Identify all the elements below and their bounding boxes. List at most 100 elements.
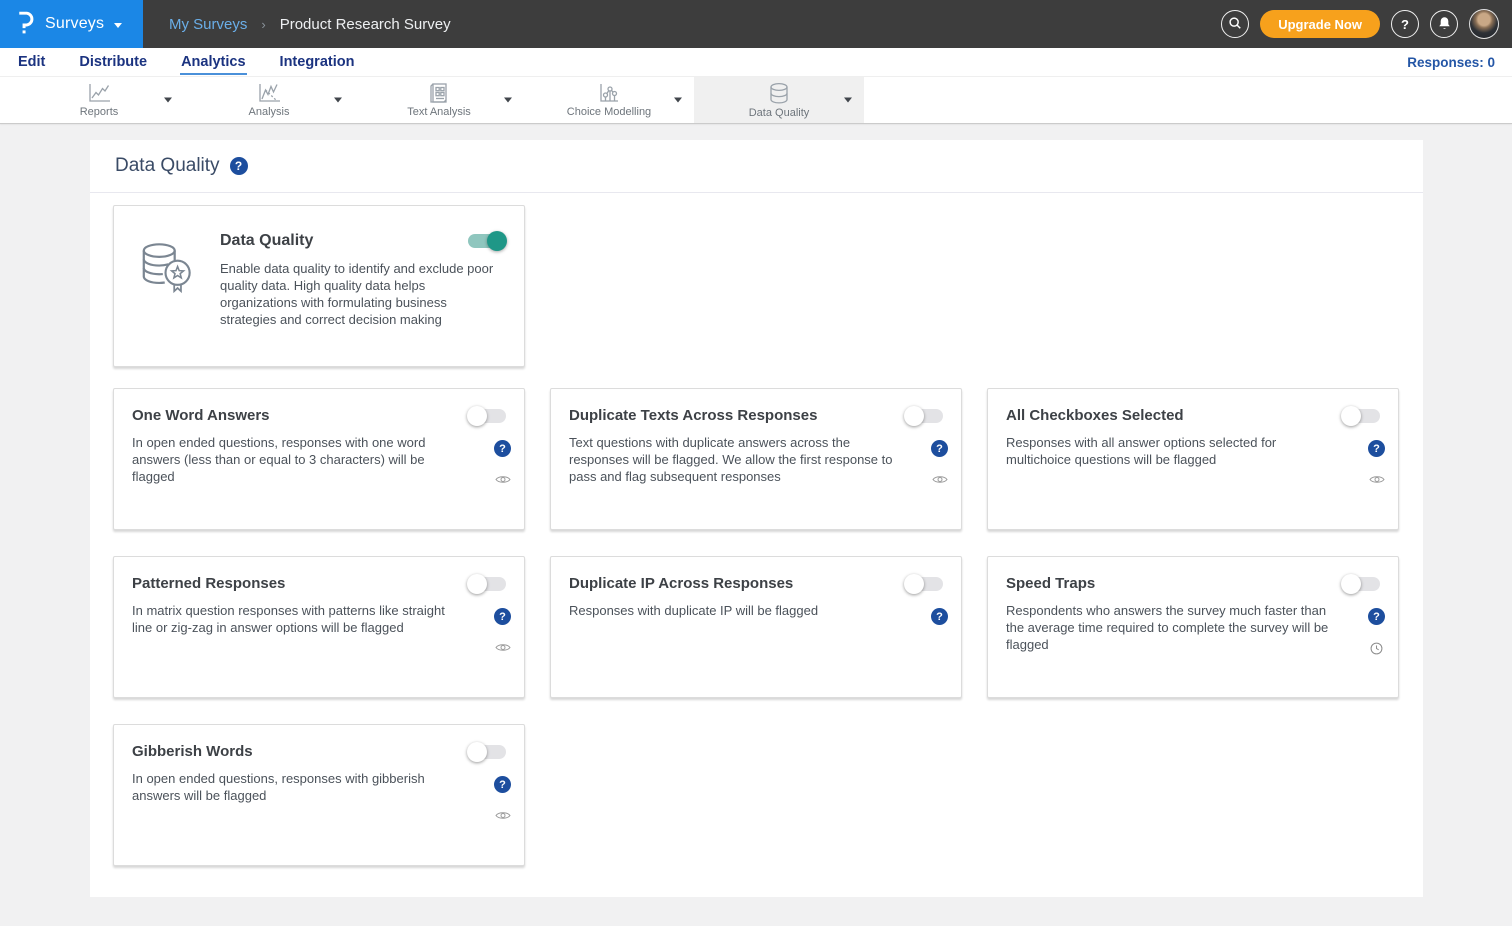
card-title: All Checkboxes Selected xyxy=(1006,407,1184,424)
rule-cards-grid: One Word Answers In open ended questions,… xyxy=(113,388,1399,866)
clock-icon[interactable] xyxy=(1370,642,1383,655)
line-chart-icon xyxy=(86,82,112,104)
card-title: One Word Answers xyxy=(132,407,270,424)
card-description: In matrix question responses with patter… xyxy=(132,602,506,636)
data-quality-dropdown-caret-icon[interactable] xyxy=(844,98,852,103)
rule-toggle[interactable] xyxy=(905,577,943,591)
help-icon[interactable]: ? xyxy=(931,440,948,457)
card-title: Duplicate IP Across Responses xyxy=(569,575,793,592)
choice-modelling-dropdown-caret-icon[interactable] xyxy=(674,98,682,103)
page-title: Data Quality xyxy=(115,155,220,177)
tab-analytics[interactable]: Analytics xyxy=(180,50,246,75)
topbar-actions: Upgrade Now ? xyxy=(1221,9,1512,39)
questionpro-p-icon xyxy=(14,8,35,40)
tab-edit[interactable]: Edit xyxy=(17,50,46,75)
help-icon[interactable]: ? xyxy=(494,776,511,793)
data-quality-toggle[interactable] xyxy=(468,234,506,248)
eye-icon[interactable] xyxy=(495,474,511,485)
help-icon[interactable]: ? xyxy=(931,608,948,625)
analysis-dropdown-caret-icon[interactable] xyxy=(334,98,342,103)
upgrade-now-button[interactable]: Upgrade Now xyxy=(1260,10,1380,38)
reports-dropdown-caret-icon[interactable] xyxy=(164,98,172,103)
rule-toggle[interactable] xyxy=(905,409,943,423)
eye-icon[interactable] xyxy=(495,642,511,653)
rule-toggle[interactable] xyxy=(468,577,506,591)
help-icon[interactable]: ? xyxy=(494,440,511,457)
card-description: Enable data quality to identify and excl… xyxy=(220,260,506,328)
data-quality-help-icon[interactable]: ? xyxy=(230,157,248,175)
help-icon[interactable]: ? xyxy=(494,608,511,625)
card-title: Speed Traps xyxy=(1006,575,1095,592)
toggle-knob[interactable] xyxy=(487,231,507,251)
help-icon[interactable]: ? xyxy=(1368,440,1385,457)
document-grid-icon xyxy=(427,82,451,104)
rule-toggle[interactable] xyxy=(1342,577,1380,591)
rule-card: Duplicate Texts Across Responses Text que… xyxy=(550,388,962,530)
user-avatar[interactable] xyxy=(1469,9,1499,39)
breadcrumb-current-survey: Product Research Survey xyxy=(280,16,451,33)
toggle-knob[interactable] xyxy=(904,574,924,594)
question-mark-icon: ? xyxy=(1401,17,1409,32)
toggle-knob[interactable] xyxy=(467,406,487,426)
chevron-down-icon xyxy=(114,23,122,28)
rule-toggle[interactable] xyxy=(468,409,506,423)
card-description: Responses with duplicate IP will be flag… xyxy=(569,602,943,619)
search-button[interactable] xyxy=(1221,10,1249,38)
help-icon[interactable]: ? xyxy=(1368,608,1385,625)
rule-toggle[interactable] xyxy=(468,745,506,759)
breadcrumb-my-surveys[interactable]: My Surveys xyxy=(169,16,247,33)
toggle-knob[interactable] xyxy=(467,742,487,762)
card-description: Responses with all answer options select… xyxy=(1006,434,1380,468)
toolbar-item-choice-modelling[interactable]: Choice Modelling xyxy=(524,77,694,123)
analytics-toolbar: Reports Analysis Text Analysis Choice Mo… xyxy=(0,77,1512,124)
toggle-knob[interactable] xyxy=(467,574,487,594)
breadcrumb-separator-icon: › xyxy=(261,17,265,32)
breadcrumb: My Surveys › Product Research Survey xyxy=(169,16,451,33)
card-title: Duplicate Texts Across Responses xyxy=(569,407,817,424)
data-quality-panel: Data Quality ? xyxy=(90,140,1423,897)
search-icon xyxy=(1228,16,1242,33)
database-icon xyxy=(767,82,791,105)
data-quality-master-card: Data Quality Enable data quality to iden… xyxy=(113,205,525,367)
toolbar-label: Reports xyxy=(80,106,119,118)
panel-header: Data Quality ? xyxy=(90,140,1423,193)
survey-tabs-row: Edit Distribute Analytics Integration Re… xyxy=(0,48,1512,77)
toggle-knob[interactable] xyxy=(1341,406,1361,426)
survey-tabs: Edit Distribute Analytics Integration xyxy=(17,50,355,75)
toggle-knob[interactable] xyxy=(904,406,924,426)
card-action-icons: ? xyxy=(494,776,511,821)
card-description: In open ended questions, responses with … xyxy=(132,434,506,485)
cards-container: Data Quality Enable data quality to iden… xyxy=(90,193,1423,866)
product-name: Surveys xyxy=(45,15,104,33)
toolbar-item-data-quality[interactable]: Data Quality xyxy=(694,77,864,123)
tab-integration[interactable]: Integration xyxy=(279,50,356,75)
rule-card: Gibberish Words In open ended questions, … xyxy=(113,724,525,866)
eye-icon[interactable] xyxy=(1369,474,1385,485)
bell-icon xyxy=(1438,16,1451,33)
toolbar-item-reports[interactable]: Reports xyxy=(14,77,184,123)
card-title: Data Quality xyxy=(220,232,313,250)
card-title: Gibberish Words xyxy=(132,743,253,760)
rule-card: Patterned ResponsesIn matrix question re… xyxy=(113,556,525,698)
card-description: Text questions with duplicate answers ac… xyxy=(569,434,943,485)
help-button[interactable]: ? xyxy=(1391,10,1419,38)
eye-icon[interactable] xyxy=(932,474,948,485)
product-switcher[interactable]: Surveys xyxy=(0,0,143,48)
toolbar-item-analysis[interactable]: Analysis xyxy=(184,77,354,123)
tab-distribute[interactable]: Distribute xyxy=(78,50,148,75)
rule-card: All Checkboxes Selected Responses with al… xyxy=(987,388,1399,530)
toggle-knob[interactable] xyxy=(1341,574,1361,594)
responses-count[interactable]: Responses: 0 xyxy=(1407,55,1495,70)
rule-card: Duplicate IP Across Responses Responses w… xyxy=(550,556,962,698)
toolbar-label: Analysis xyxy=(249,106,290,118)
database-badge-icon xyxy=(138,232,220,366)
card-description: In open ended questions, responses with … xyxy=(132,770,506,804)
top-bar: Surveys My Surveys › Product Research Su… xyxy=(0,0,1512,48)
notifications-button[interactable] xyxy=(1430,10,1458,38)
text-analysis-dropdown-caret-icon[interactable] xyxy=(504,98,512,103)
dot-chart-icon xyxy=(596,82,622,104)
eye-icon[interactable] xyxy=(495,810,511,821)
rule-toggle[interactable] xyxy=(1342,409,1380,423)
rule-card: Speed TrapsRespondents who answers the s… xyxy=(987,556,1399,698)
toolbar-item-text-analysis[interactable]: Text Analysis xyxy=(354,77,524,123)
